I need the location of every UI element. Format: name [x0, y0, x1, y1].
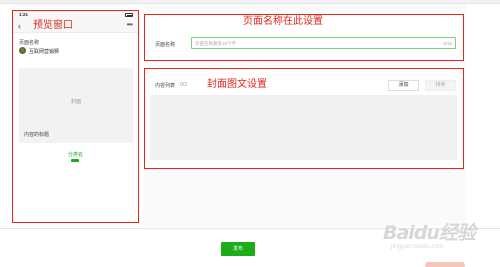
page-name-annotation: 页面名称在此设置 [243, 16, 323, 27]
phone-status-bar: 1:21 [13, 11, 138, 19]
battery-icon [125, 13, 133, 17]
chevron-left-icon[interactable]: ‹ [18, 20, 21, 32]
watermark-text: Baidu经验 [383, 222, 476, 244]
more-dots-icon[interactable]: ••• [127, 19, 133, 31]
phone-nav-bar: ‹ 预览窗口 ••• [13, 19, 138, 33]
page-name-section: 页面名称在此设置 页面名称 页面名称最多16个字 0/16 [144, 14, 464, 61]
preview-window: 1:21 ‹ 预览窗口 ••• 页面名称 互联网营销狮 封面 内容的标题 分类名 [12, 10, 139, 223]
cover-annotation: 封面图文设置 [207, 79, 267, 90]
page-name-counter: 0/16 [443, 41, 452, 46]
content-list-label: 内容列表 [155, 83, 176, 89]
phone-cover-label: 封面 [70, 99, 81, 105]
page-name-label: 页面名称 [155, 42, 176, 48]
phone-content-title: 内容的标题 [24, 132, 50, 138]
avatar [19, 47, 26, 54]
page-name-placeholder: 页面名称最多16个字 [195, 41, 237, 46]
status-time: 1:21 [19, 12, 29, 17]
preview-window-annotation: 预览窗口 [33, 20, 73, 31]
add-button[interactable]: 添加 [388, 80, 419, 91]
publish-button[interactable]: 发布 [221, 242, 255, 256]
content-list-count: 0/3 [180, 82, 187, 88]
phone-cover-placeholder: 封面 内容的标题 [19, 68, 133, 143]
sort-button[interactable]: 排序 [425, 80, 456, 91]
phone-category-tab[interactable]: 分类名 [13, 151, 138, 158]
phone-page-name-label: 页面名称 [19, 40, 40, 46]
account-name: 互联网营销狮 [29, 49, 60, 55]
page-name-input[interactable]: 页面名称最多16个字 0/16 [191, 37, 456, 49]
content-list-area [150, 95, 457, 160]
tab-underline [71, 159, 79, 162]
watermark-sub: jingyan.baidu.com [391, 243, 444, 250]
cursor-highlight [425, 262, 465, 267]
baidu-watermark: Baidu经验 jingyan.baidu.com [375, 218, 490, 253]
cover-settings-section: 内容列表 0/3 封面图文设置 添加 排序 [144, 68, 464, 169]
